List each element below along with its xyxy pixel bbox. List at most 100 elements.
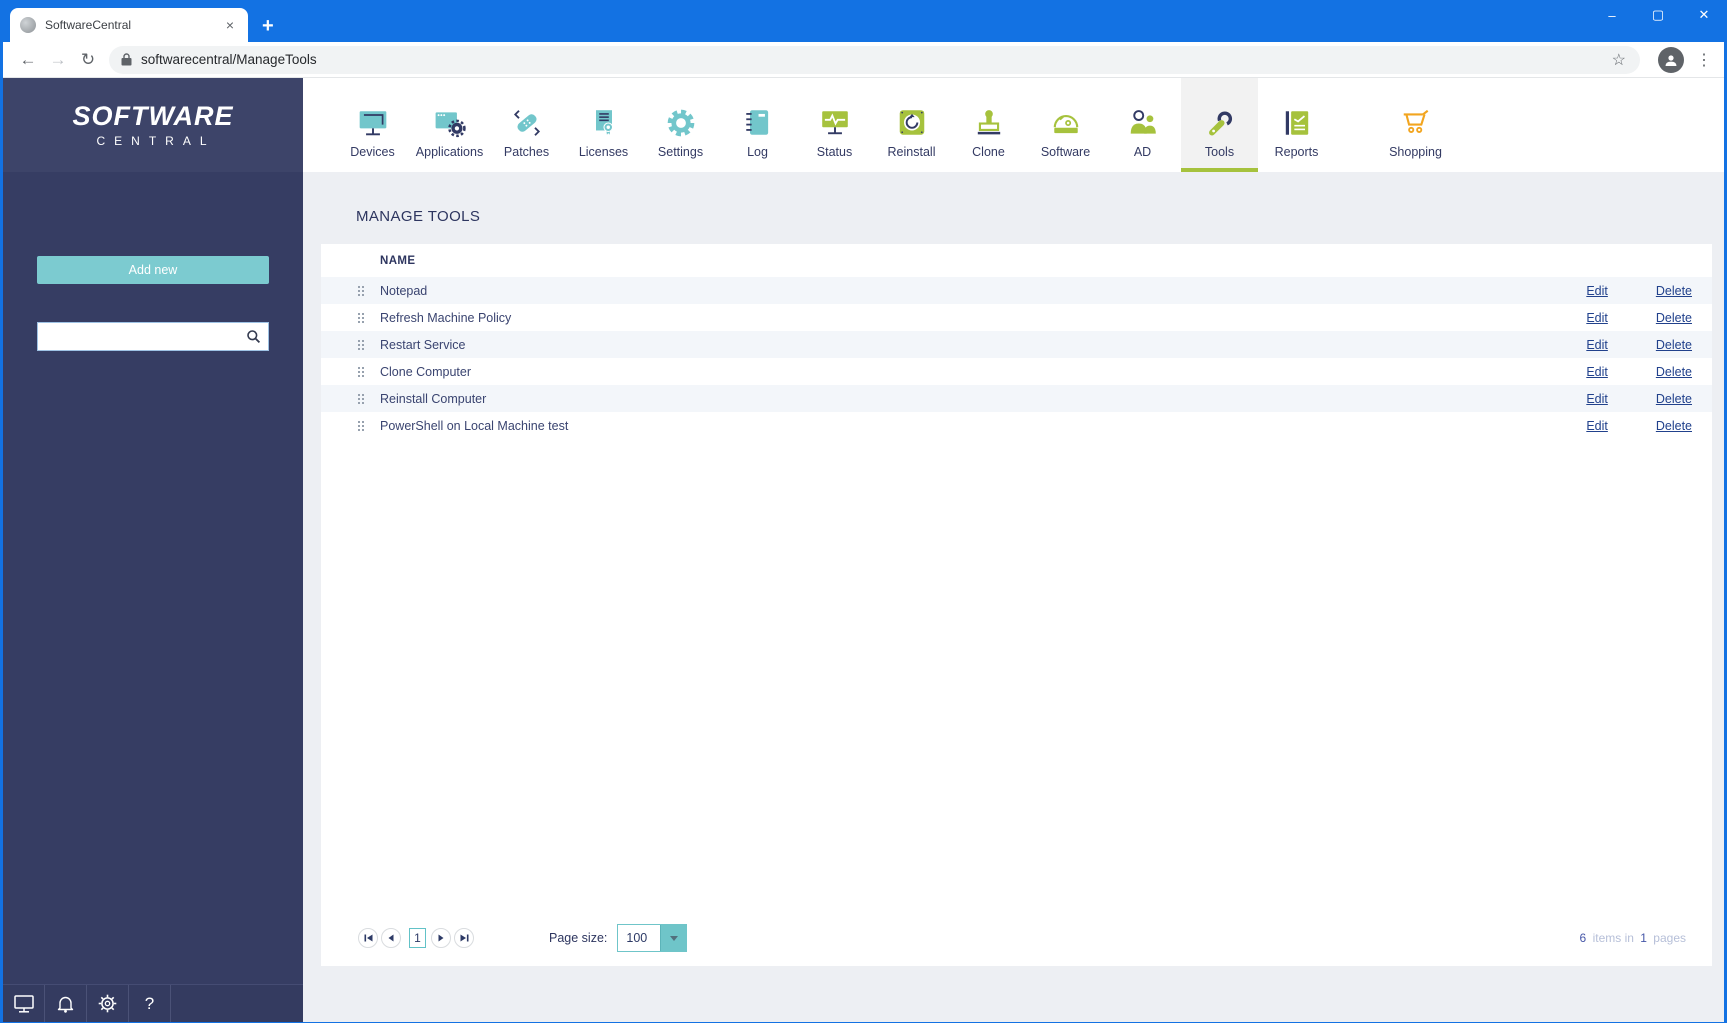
remote-desktop-icon[interactable] [3,985,45,1022]
back-icon[interactable]: ← [13,50,43,70]
drag-handle-icon[interactable] [358,339,364,350]
profile-avatar[interactable] [1658,46,1684,73]
patches-icon [510,91,544,139]
edit-link[interactable]: Edit [1586,284,1608,298]
nav-label: Log [747,145,768,159]
site-favicon [20,17,36,33]
table-row[interactable]: Restart Service Edit Delete [321,331,1712,358]
edit-link[interactable]: Edit [1586,419,1608,433]
tab-close-icon[interactable]: × [220,15,240,35]
nav-label: Settings [657,145,704,159]
nav-label: Applications [415,145,484,159]
browser-menu-icon[interactable]: ⋮ [1694,50,1714,70]
nav-item-ad[interactable]: AD [1104,78,1181,172]
edit-link[interactable]: Edit [1586,338,1608,352]
nav-item-applications[interactable]: Applications [411,78,488,172]
edit-link[interactable]: Edit [1586,392,1608,406]
nav-item-shopping[interactable]: Shopping [1377,78,1454,172]
edit-link[interactable]: Edit [1586,311,1608,325]
nav-item-tools[interactable]: Tools [1181,78,1258,172]
tools-wrench-icon [1203,91,1237,139]
drag-handle-icon[interactable] [358,393,364,404]
nav-item-settings[interactable]: Settings [642,78,719,172]
tool-name: Restart Service [380,337,466,352]
delete-link[interactable]: Delete [1656,311,1692,325]
page-title: MANAGE TOOLS [356,208,481,225]
drag-handle-icon[interactable] [358,366,364,377]
delete-link[interactable]: Delete [1656,365,1692,379]
page-size-value: 100 [618,925,661,951]
nav-item-patches[interactable]: Patches [488,78,565,172]
table-footer: 1 Page size: 100 6 items in 1 pages [321,916,1712,966]
nav-label: Software [1040,145,1091,159]
delete-link[interactable]: Delete [1656,419,1692,433]
table-row[interactable]: Notepad Edit Delete [321,277,1712,304]
maximize-icon[interactable]: ▢ [1635,0,1681,30]
nav-item-devices[interactable]: Devices [334,78,411,172]
current-page-number[interactable]: 1 [409,928,426,948]
pager: 1 [358,928,477,948]
nav-item-clone[interactable]: Clone [950,78,1027,172]
tool-name: Notepad [380,283,428,298]
help-icon[interactable]: ? [129,985,171,1022]
table-row[interactable]: Refresh Machine Policy Edit Delete [321,304,1712,331]
sidebar-footer: ? [3,984,303,1022]
bookmark-star-icon[interactable]: ☆ [1612,50,1626,70]
add-new-button[interactable]: Add new [37,256,269,284]
app-logo: SOFTWARE CENTRAL [3,78,303,172]
nav-item-log[interactable]: Log [719,78,796,172]
logo-text-central: CENTRAL [96,133,216,148]
browser-tab[interactable]: SoftwareCentral × [10,8,248,42]
page-size-select[interactable]: 100 [617,924,688,952]
delete-link[interactable]: Delete [1656,338,1692,352]
minimize-icon[interactable]: – [1589,0,1635,30]
edit-link[interactable]: Edit [1586,365,1608,379]
reload-icon[interactable]: ↻ [73,50,103,70]
address-bar[interactable]: softwarecentral/ManageTools ☆ [109,45,1640,74]
nav-item-reinstall[interactable]: Reinstall [873,78,950,172]
items-count: 6 [1579,931,1587,945]
sidebar-search[interactable] [37,322,269,351]
nav-item-reports[interactable]: Reports [1258,78,1335,172]
url-text: softwarecentral/ManageTools [141,52,317,67]
pages-text: pages [1653,931,1686,945]
table-row[interactable]: Reinstall Computer Edit Delete [321,385,1712,412]
nav-label: Tools [1204,145,1235,159]
first-page-icon[interactable] [358,928,378,948]
tools-table-card: NAME Notepad Edit Delete Refresh Machine… [321,244,1712,966]
main-area: Devices Applications Patches Licenses Se… [303,78,1724,1022]
notifications-bell-icon[interactable] [45,985,87,1022]
delete-link[interactable]: Delete [1656,284,1692,298]
browser-toolbar: ← → ↻ softwarecentral/ManageTools ☆ ⋮ [3,42,1724,78]
nav-item-software[interactable]: Software [1027,78,1104,172]
sidebar-footer-filler [171,985,303,1022]
new-tab-icon[interactable]: + [262,16,274,36]
settings-gear-icon[interactable] [87,985,129,1022]
sidebar-search-input[interactable] [38,323,246,350]
status-icon [818,91,852,139]
browser-window: SoftwareCentral × + – ▢ ✕ ← → ↻ software… [0,0,1727,1023]
last-page-icon[interactable] [454,928,474,948]
tool-name: Clone Computer [380,364,472,379]
licenses-icon [587,91,621,139]
reinstall-icon [895,91,929,139]
person-icon [1665,54,1677,66]
drag-handle-icon[interactable] [358,285,364,296]
previous-page-icon[interactable] [381,928,401,948]
nav-item-licenses[interactable]: Licenses [565,78,642,172]
drag-handle-icon[interactable] [358,312,364,323]
close-window-icon[interactable]: ✕ [1681,0,1727,30]
table-row[interactable]: Clone Computer Edit Delete [321,358,1712,385]
forward-icon[interactable]: → [43,50,73,70]
table-row[interactable]: PowerShell on Local Machine test Edit De… [321,412,1712,439]
delete-link[interactable]: Delete [1656,392,1692,406]
sidebar: SOFTWARE CENTRAL Add new ? [3,78,303,1022]
chevron-down-icon[interactable] [660,925,687,951]
next-page-icon[interactable] [431,928,451,948]
pages-count: 1 [1640,931,1647,945]
search-icon[interactable] [246,329,261,344]
page-content: MANAGE TOOLS NAME Notepad Edit Delete Re… [303,172,1724,1022]
lock-icon [121,53,132,66]
nav-item-status[interactable]: Status [796,78,873,172]
drag-handle-icon[interactable] [358,420,364,431]
